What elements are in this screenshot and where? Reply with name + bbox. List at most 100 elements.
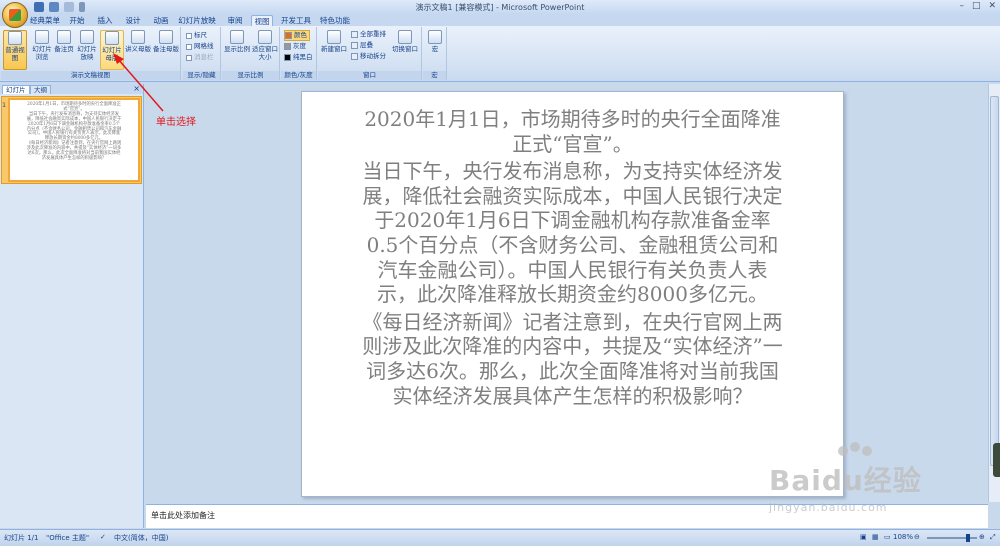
notes-master-label: 备注母版 — [153, 45, 179, 53]
status-language[interactable]: 中文(简体，中国) — [114, 533, 168, 543]
notes-page-button[interactable]: 备注页 — [53, 30, 75, 70]
slide-sorter-label: 幻灯片浏览 — [32, 45, 52, 61]
grayscale-label: 灰度 — [293, 42, 306, 50]
maximize-button[interactable]: □ — [972, 1, 981, 11]
switch-window-button[interactable]: 切换窗口 — [391, 30, 419, 70]
normal-view-button[interactable]: 普通视图 — [3, 30, 27, 70]
slide-master-label: 幻灯片母版 — [102, 46, 122, 62]
title-bar: 演示文稿1 [兼容模式] - Microsoft PowerPoint – □ … — [0, 0, 1000, 14]
zoom-label: 显示比例 — [224, 45, 250, 53]
tab-outline[interactable]: 大纲 — [30, 85, 51, 94]
tab-animations[interactable]: 动画 — [150, 15, 172, 26]
zoom-slider-thumb[interactable] — [966, 534, 970, 542]
black-white-label: 纯黑白 — [293, 53, 313, 61]
tab-insert[interactable]: 插入 — [94, 15, 116, 26]
slide-master-button[interactable]: 幻灯片母版 — [100, 30, 124, 70]
tab-classic-menu[interactable]: 经典菜单 — [28, 15, 62, 26]
tab-view[interactable]: 视图 — [251, 15, 273, 26]
tab-design[interactable]: 设计 — [122, 15, 144, 26]
slide-master-icon — [105, 31, 119, 45]
group-label-color: 颜色/灰度 — [281, 71, 316, 80]
fit-window-label: 适应窗口大小 — [252, 45, 278, 61]
move-split-icon — [351, 53, 358, 60]
annotation-label: 单击选择 — [156, 117, 196, 128]
fit-window-icon — [258, 30, 272, 44]
window-title: 演示文稿1 [兼容模式] - Microsoft PowerPoint — [415, 3, 585, 12]
minimize-button[interactable]: – — [959, 1, 964, 11]
handout-master-label: 讲义母版 — [125, 45, 151, 53]
thumbnail-paragraph: 《每日经济新闻》记者注意到，在央行官网上两则涉及此次降准的内容中，共提及“实体经… — [26, 141, 122, 161]
fit-window-button[interactable]: 适应窗口大小 — [252, 30, 278, 70]
zoom-in-icon[interactable]: ⊕ — [979, 533, 985, 541]
group-label-window: 窗口 — [318, 71, 421, 80]
ruler-label: 标尺 — [194, 31, 207, 39]
office-logo-icon — [9, 9, 21, 21]
message-bar-label: 消息栏 — [194, 53, 214, 61]
new-window-icon — [327, 30, 341, 44]
pure-black-white-option[interactable]: 纯黑白 — [284, 53, 313, 62]
slideshow-button[interactable]: 幻灯片放映 — [76, 30, 98, 70]
group-label-zoom: 显示比例 — [222, 71, 279, 80]
slide-thumbnail[interactable]: 2020年1月1日，市场期待多时的央行全面降准正式“官宣”。 当日下午，央行发布… — [8, 98, 140, 182]
notes-placeholder: 单击此处添加备注 — [151, 511, 215, 520]
group-window: 新建窗口 全部重排 层叠 移动拆分 切换窗口 窗口 — [318, 27, 422, 80]
handout-master-icon — [131, 30, 145, 44]
normal-view-icon — [8, 31, 22, 45]
tab-slideshow[interactable]: 幻灯片放映 — [178, 15, 216, 26]
close-button[interactable]: ✕ — [988, 1, 996, 11]
slide-paragraph-2[interactable]: 当日下午，央行发布消息称，为支持实体经济发展，降低社会融资实际成本，中国人民银行… — [362, 159, 783, 307]
macro-button[interactable]: 宏 — [425, 30, 445, 70]
tab-review[interactable]: 审阅 — [224, 15, 246, 26]
window-controls: – □ ✕ — [959, 1, 996, 11]
handout-master-button[interactable]: 讲义母版 — [125, 30, 151, 70]
tab-special[interactable]: 特色功能 — [319, 15, 351, 26]
spellcheck-icon[interactable]: ✓ — [100, 533, 106, 541]
slide-paragraph-1[interactable]: 2020年1月1日，市场期待多时的央行全面降准正式“官宣”。 — [362, 107, 783, 156]
normal-view-status-icon[interactable]: ▣ — [860, 533, 867, 541]
color-icon — [285, 32, 292, 39]
notes-master-button[interactable]: 备注母版 — [153, 30, 179, 70]
gridlines-checkbox[interactable]: 网格线 — [186, 42, 214, 51]
tab-developer[interactable]: 开发工具 — [281, 15, 311, 26]
color-option[interactable]: 颜色 — [284, 30, 310, 41]
new-window-button[interactable]: 新建窗口 — [320, 30, 348, 70]
gridlines-checkbox-box[interactable] — [186, 43, 192, 50]
slideshow-status-icon[interactable]: ▭ — [884, 533, 891, 541]
notes-page-icon — [57, 30, 71, 44]
watermark-brand: Baidu经验 — [769, 464, 922, 497]
zoom-button[interactable]: 显示比例 — [224, 30, 250, 70]
scrollbar-thumb[interactable] — [990, 96, 999, 466]
slide-paragraph-3[interactable]: 《每日经济新闻》记者注意到，在央行官网上两则涉及此次降准的内容中，共提及“实体经… — [362, 310, 783, 408]
slide-sorter-status-icon[interactable]: ▦ — [872, 533, 879, 541]
slideshow-icon — [80, 30, 94, 44]
close-icon[interactable]: × — [133, 84, 140, 93]
slideshow-label: 幻灯片放映 — [77, 45, 97, 61]
group-color-grayscale: 颜色 灰度 纯黑白 颜色/灰度 — [281, 27, 317, 80]
ruler-checkbox-box[interactable] — [186, 32, 192, 39]
black-white-icon — [284, 54, 291, 61]
tab-slides[interactable]: 幻灯片 — [2, 85, 30, 94]
office-button[interactable] — [2, 2, 28, 28]
move-split-button[interactable]: 移动拆分 — [351, 52, 386, 61]
move-split-label: 移动拆分 — [360, 52, 386, 60]
cascade-label: 层叠 — [360, 41, 373, 49]
macro-icon — [428, 30, 442, 44]
slide-sorter-icon — [35, 30, 49, 44]
arrange-all-button[interactable]: 全部重排 — [351, 30, 386, 39]
grayscale-option[interactable]: 灰度 — [284, 42, 306, 51]
arrange-all-label: 全部重排 — [360, 30, 386, 38]
group-label-views: 演示文稿视图 — [1, 71, 180, 80]
slide-sorter-button[interactable]: 幻灯片浏览 — [30, 30, 54, 70]
ruler-checkbox[interactable]: 标尺 — [186, 31, 207, 40]
zoom-out-icon[interactable]: ⊖ — [914, 533, 920, 541]
notes-page-label: 备注页 — [54, 45, 74, 53]
group-label-macro: 宏 — [423, 71, 446, 80]
side-widget[interactable] — [993, 443, 1000, 477]
cascade-button[interactable]: 层叠 — [351, 41, 373, 50]
status-bar: 幻灯片 1/1 "Office 主题" ✓ 中文(简体，中国) ▣ ▦ ▭ 10… — [0, 529, 1000, 546]
tab-home[interactable]: 开始 — [66, 15, 88, 26]
ribbon: 普通视图 幻灯片浏览 备注页 幻灯片放映 幻灯片母版 讲义母版 备注母版 演示文… — [0, 26, 1000, 82]
group-label-show: 显示/隐藏 — [183, 71, 220, 80]
fit-slide-icon[interactable]: ⤢ — [990, 533, 996, 542]
magnifier-icon — [230, 30, 244, 44]
